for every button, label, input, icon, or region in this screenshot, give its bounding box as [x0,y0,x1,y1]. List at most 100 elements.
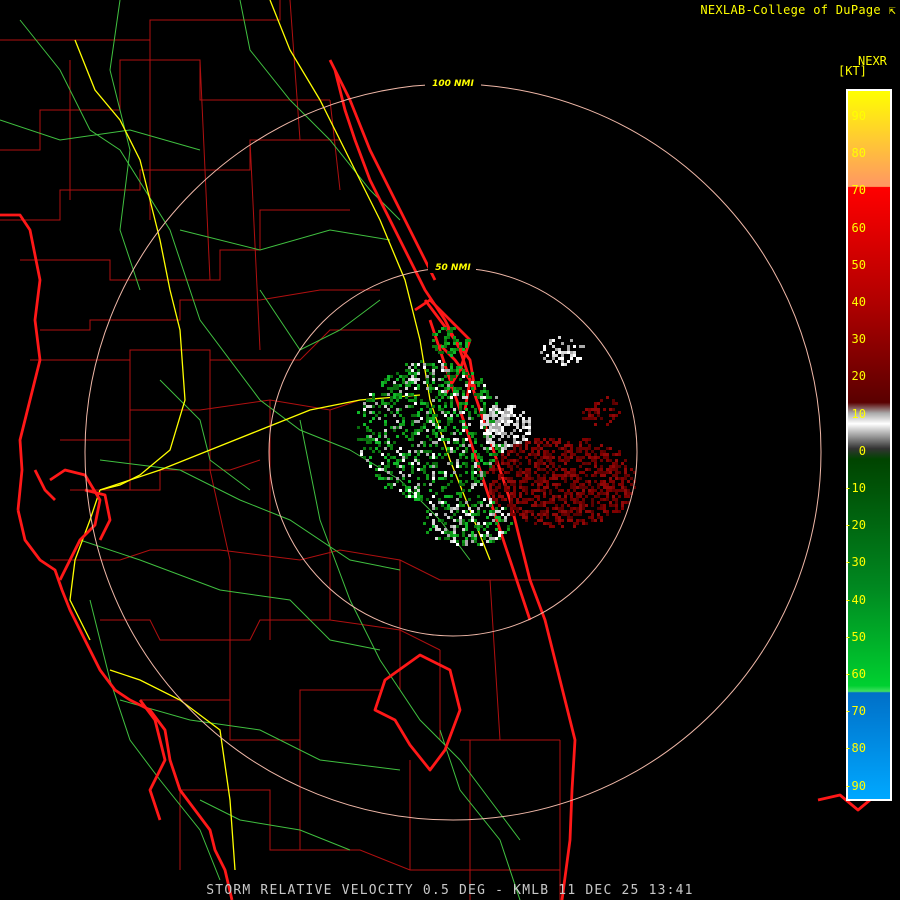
echo-pixel [474,525,477,528]
echo-pixel [507,465,510,468]
echo-pixel [447,387,450,390]
echo-pixel [591,450,594,453]
echo-pixel [372,450,375,453]
echo-pixel [462,393,465,396]
echo-pixel [537,486,540,489]
echo-pixel [480,411,483,414]
echo-pixel [576,492,579,495]
echo-pixel [501,498,504,501]
echo-pixel [465,543,468,546]
echo-pixel [462,462,465,465]
echo-pixel [528,468,531,471]
echo-pixel [567,489,570,492]
echo-pixel [450,414,453,417]
echo-pixel [465,381,468,384]
echo-pixel [483,417,486,420]
echo-pixel [441,447,444,450]
echo-pixel [486,390,489,393]
echo-pixel [573,507,576,510]
echo-pixel [432,375,435,378]
legend-tick: -40 [844,592,866,607]
echo-pixel [525,426,528,429]
echo-pixel [537,444,540,447]
echo-pixel [561,525,564,528]
echo-pixel [390,447,393,450]
echo-pixel [555,516,558,519]
echo-pixel [384,468,387,471]
echo-pixel [501,429,504,432]
echo-pixel [438,390,441,393]
echo-pixel [366,459,369,462]
echo-pixel [495,423,498,426]
echo-pixel [507,417,510,420]
echo-pixel [480,534,483,537]
echo-pixel [564,510,567,513]
echo-pixel [549,468,552,471]
echo-pixel [510,492,513,495]
echo-pixel [474,513,477,516]
echo-pixel [387,375,390,378]
echo-pixel [435,333,438,336]
echo-pixel [552,507,555,510]
echo-pixel [606,468,609,471]
echo-pixel [540,510,543,513]
echo-pixel [510,432,513,435]
echo-pixel [585,474,588,477]
echo-pixel [429,417,432,420]
echo-pixel [369,447,372,450]
echo-pixel [558,507,561,510]
echo-pixel [387,465,390,468]
echo-pixel [471,510,474,513]
echo-pixel [588,462,591,465]
echo-pixel [444,531,447,534]
echo-pixel [612,498,615,501]
echo-pixel [528,441,531,444]
echo-pixel [432,405,435,408]
echo-pixel [597,507,600,510]
echo-pixel [492,453,495,456]
echo-pixel [510,501,513,504]
echo-pixel [435,537,438,540]
echo-pixel [462,540,465,543]
echo-pixel [612,474,615,477]
echo-pixel [396,435,399,438]
echo-pixel [471,432,474,435]
echo-pixel [564,444,567,447]
echo-pixel [465,372,468,375]
echo-pixel [570,444,573,447]
echo-pixel [495,468,498,471]
echo-pixel [552,339,555,342]
echo-pixel [516,417,519,420]
echo-pixel [546,459,549,462]
echo-pixel [615,507,618,510]
echo-pixel [540,441,543,444]
echo-pixel [444,342,447,345]
echo-pixel [501,414,504,417]
echo-pixel [486,504,489,507]
echo-pixel [624,486,627,489]
echo-pixel [621,489,624,492]
echo-pixel [606,456,609,459]
echo-pixel [369,405,372,408]
echo-pixel [615,489,618,492]
echo-pixel [573,474,576,477]
echo-pixel [372,438,375,441]
echo-pixel [450,507,453,510]
echo-pixel [606,396,609,399]
echo-pixel [483,390,486,393]
echo-pixel [426,531,429,534]
echo-pixel [444,381,447,384]
echo-pixel [456,366,459,369]
echo-pixel [474,519,477,522]
echo-pixel [477,456,480,459]
echo-pixel [453,411,456,414]
echo-pixel [531,504,534,507]
echo-pixel [426,429,429,432]
echo-pixel [387,459,390,462]
echo-pixel [420,402,423,405]
echo-pixel [543,456,546,459]
echo-pixel [489,489,492,492]
echo-pixel [408,372,411,375]
echo-pixel [459,378,462,381]
echo-pixel [471,456,474,459]
